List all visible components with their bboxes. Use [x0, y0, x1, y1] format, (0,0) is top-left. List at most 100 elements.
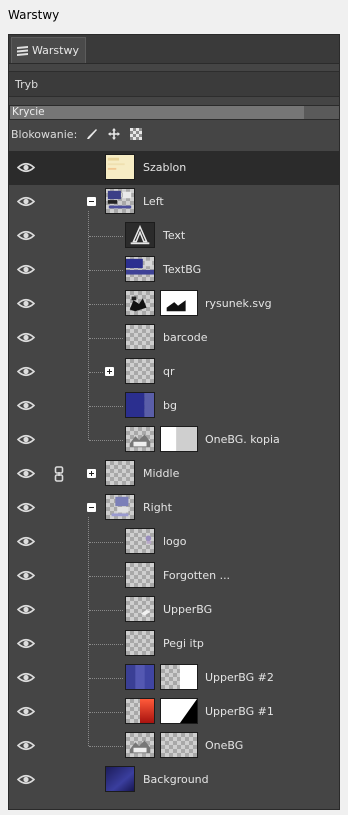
layer-row[interactable]: Background — [9, 763, 339, 797]
layer-name: UpperBG #2 — [205, 671, 274, 684]
layer-name: OneBG — [205, 739, 244, 752]
layer-thumbnail[interactable] — [105, 460, 135, 486]
tree-branch — [89, 372, 103, 373]
layer-row[interactable]: TextBG — [9, 253, 339, 287]
layer-row[interactable]: rysunek.svg — [9, 287, 339, 321]
visibility-eye-icon[interactable] — [17, 467, 35, 480]
expand-group-icon[interactable] — [87, 469, 96, 478]
lock-row: Blokowanie: — [9, 123, 339, 145]
visibility-eye-icon[interactable] — [17, 637, 35, 650]
visibility-eye-icon[interactable] — [17, 297, 35, 310]
tree-branch — [89, 678, 123, 679]
layer-thumbnail[interactable] — [125, 732, 155, 758]
layer-row[interactable]: UpperBG #1 — [9, 695, 339, 729]
layer-row[interactable]: OneBG — [9, 729, 339, 763]
tab-layers[interactable]: Warstwy — [11, 37, 86, 63]
layer-name: Forgotten ... — [163, 569, 231, 582]
visibility-eye-icon[interactable] — [17, 433, 35, 446]
layer-thumbnail[interactable] — [105, 494, 135, 520]
layer-row[interactable]: Left — [9, 185, 339, 219]
tree-branch — [89, 542, 123, 543]
visibility-eye-icon[interactable] — [17, 263, 35, 276]
tree-branch — [89, 576, 123, 577]
tab-label: Warstwy — [32, 44, 79, 57]
layer-row[interactable]: OneBG. kopia — [9, 423, 339, 457]
visibility-eye-icon[interactable] — [17, 705, 35, 718]
layer-name: logo — [163, 535, 187, 548]
tree-branch — [89, 304, 123, 305]
visibility-eye-icon[interactable] — [17, 569, 35, 582]
visibility-eye-icon[interactable] — [17, 365, 35, 378]
layer-thumbnail[interactable] — [125, 596, 155, 622]
layer-row[interactable]: Middle — [9, 457, 339, 491]
layer-mask-thumbnail[interactable] — [160, 290, 198, 316]
layer-mask-thumbnail[interactable] — [160, 426, 198, 452]
layer-row[interactable]: qr — [9, 355, 339, 389]
layer-thumbnail[interactable] — [125, 426, 155, 452]
layer-list: Szablon Left Text TextBG rysunek.svg barcode q… — [9, 151, 339, 809]
layer-name: Left — [143, 195, 164, 208]
layer-row[interactable]: Pegi itp — [9, 627, 339, 661]
opacity-slider[interactable]: Krycie — [9, 105, 339, 120]
layer-name: UpperBG #1 — [205, 705, 274, 718]
tree-branch — [89, 440, 123, 441]
layer-row[interactable]: UpperBG — [9, 593, 339, 627]
layer-thumbnail[interactable] — [125, 664, 155, 690]
layer-row[interactable]: barcode — [9, 321, 339, 355]
tree-branch — [89, 644, 123, 645]
layer-thumbnail[interactable] — [105, 766, 135, 792]
layer-thumbnail[interactable] — [125, 528, 155, 554]
layer-mask-thumbnail[interactable] — [160, 698, 198, 724]
mode-selector[interactable]: Tryb — [9, 71, 339, 97]
chain-link-icon[interactable] — [54, 466, 64, 482]
layer-mask-thumbnail[interactable] — [160, 732, 198, 758]
visibility-eye-icon[interactable] — [17, 161, 35, 174]
visibility-eye-icon[interactable] — [17, 195, 35, 208]
layer-thumbnail[interactable] — [125, 290, 155, 316]
layer-thumbnail[interactable] — [105, 154, 135, 180]
layer-thumbnail[interactable] — [125, 630, 155, 656]
layer-row[interactable]: Forgotten ... — [9, 559, 339, 593]
visibility-eye-icon[interactable] — [17, 229, 35, 242]
visibility-eye-icon[interactable] — [17, 603, 35, 616]
visibility-eye-icon[interactable] — [17, 739, 35, 752]
visibility-eye-icon[interactable] — [17, 501, 35, 514]
layer-row[interactable]: Right — [9, 491, 339, 525]
collapse-group-icon[interactable] — [87, 197, 96, 206]
layer-name: bg — [163, 399, 177, 412]
layer-mask-thumbnail[interactable] — [160, 664, 198, 690]
layer-thumbnail[interactable] — [125, 698, 155, 724]
layer-name: Background — [143, 773, 209, 786]
layer-thumbnail[interactable] — [125, 358, 155, 384]
expand-group-icon[interactable] — [105, 367, 114, 376]
layer-name: OneBG. kopia — [205, 433, 280, 446]
layer-thumbnail[interactable] — [125, 392, 155, 418]
layer-row[interactable]: UpperBG #2 — [9, 661, 339, 695]
alpha-lock-icon[interactable] — [129, 127, 143, 141]
layer-name: Szablon — [143, 161, 187, 174]
tree-branch — [89, 712, 123, 713]
layer-name: qr — [163, 365, 175, 378]
layer-name: barcode — [163, 331, 208, 344]
visibility-eye-icon[interactable] — [17, 671, 35, 684]
layer-row[interactable]: bg — [9, 389, 339, 423]
brush-lock-icon[interactable] — [85, 127, 99, 141]
layer-thumbnail[interactable] — [125, 222, 155, 248]
tree-branch — [89, 236, 123, 237]
collapse-group-icon[interactable] — [87, 503, 96, 512]
move-lock-icon[interactable] — [107, 127, 121, 141]
visibility-eye-icon[interactable] — [17, 773, 35, 786]
visibility-eye-icon[interactable] — [17, 535, 35, 548]
layer-thumbnail[interactable] — [125, 324, 155, 350]
layer-thumbnail[interactable] — [125, 562, 155, 588]
layer-row[interactable]: Szablon — [9, 151, 339, 185]
layer-thumbnail[interactable] — [125, 256, 155, 282]
layer-row[interactable]: logo — [9, 525, 339, 559]
layer-row[interactable]: Text — [9, 219, 339, 253]
visibility-eye-icon[interactable] — [17, 331, 35, 344]
visibility-eye-icon[interactable] — [17, 399, 35, 412]
layers-icon — [17, 46, 28, 56]
layer-thumbnail[interactable] — [105, 188, 135, 214]
tree-branch — [89, 338, 123, 339]
layer-name: Middle — [143, 467, 180, 480]
